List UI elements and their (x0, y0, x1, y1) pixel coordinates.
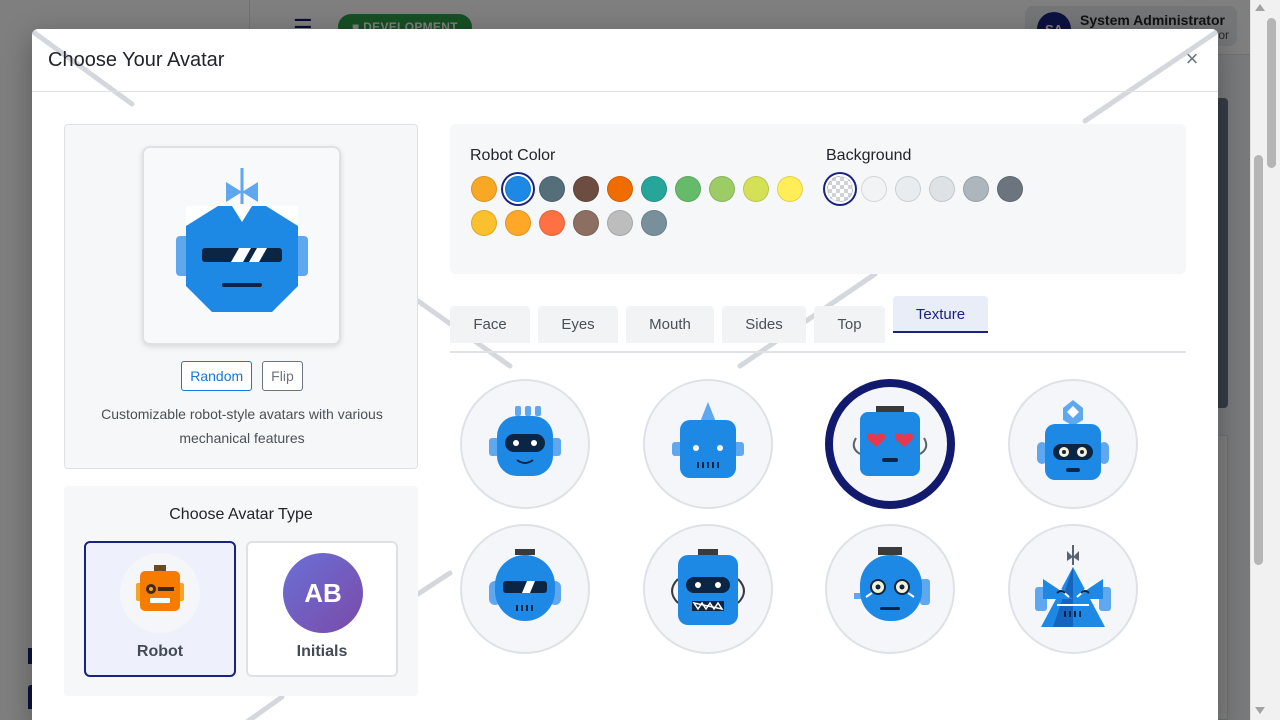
tab-face[interactable]: Face (450, 306, 530, 343)
robot-option-icon (489, 406, 561, 476)
background-color-swatch[interactable] (963, 176, 989, 202)
texture-option[interactable] (643, 379, 773, 509)
scroll-up-arrow-icon[interactable] (1255, 4, 1265, 11)
tab-top[interactable]: Top (814, 306, 885, 343)
scrollbar-thumb[interactable] (1267, 18, 1276, 168)
robot-option-icon (671, 549, 745, 625)
robot-option-icon (1037, 400, 1109, 480)
background-color-swatch[interactable] (929, 176, 955, 202)
texture-option[interactable] (1008, 379, 1138, 509)
feature-tabs: Face Eyes Mouth Sides Top Texture (450, 296, 1186, 353)
color-options-panel: Robot Color Background (450, 124, 1186, 274)
background-label: Background (826, 147, 912, 164)
initials-avatar-preview: AB (283, 553, 363, 633)
robot-option-icon (672, 402, 744, 478)
flip-button[interactable]: Flip (262, 361, 303, 391)
background-color-swatch[interactable] (997, 176, 1023, 202)
avatar-preview-panel: Random Flip Customizable robot-style ava… (64, 124, 418, 469)
texture-option[interactable] (643, 524, 773, 654)
texture-option[interactable] (825, 524, 955, 654)
robot-type-icon (120, 553, 200, 633)
scrollbar-thumb[interactable] (1254, 155, 1263, 565)
avatar-type-robot-label: Robot (136, 643, 184, 660)
texture-option[interactable] (460, 524, 590, 654)
robot-color-swatch[interactable] (573, 210, 599, 236)
avatar-description: Customizable robot-style avatars with va… (101, 406, 383, 446)
modal-title: Choose Your Avatar (48, 49, 225, 71)
tab-eyes[interactable]: Eyes (538, 306, 618, 343)
scroll-down-arrow-icon[interactable] (1255, 707, 1265, 714)
texture-option-selected[interactable] (825, 379, 955, 509)
robot-option-icon (854, 547, 930, 621)
avatar-type-initials-label: Initials (296, 643, 348, 660)
tab-texture[interactable]: Texture (893, 296, 988, 333)
avatar-preview (142, 146, 341, 345)
robot-color-label: Robot Color (470, 147, 556, 164)
texture-option[interactable] (460, 379, 590, 509)
avatar-modal: Choose Your Avatar × Random Flip Customi… (32, 29, 1218, 720)
robot-color-swatch[interactable] (709, 176, 735, 202)
avatar-type-robot[interactable]: Robot (84, 541, 236, 677)
robot-color-swatch[interactable] (777, 176, 803, 202)
texture-option[interactable] (1008, 524, 1138, 654)
modal-header: Choose Your Avatar × (32, 29, 1218, 92)
tab-mouth[interactable]: Mouth (626, 306, 714, 343)
robot-color-swatch[interactable] (641, 210, 667, 236)
background-color-swatch[interactable] (895, 176, 921, 202)
robot-color-swatch[interactable] (675, 176, 701, 202)
robot-color-swatch[interactable] (539, 176, 565, 202)
robot-color-swatch[interactable] (471, 176, 497, 202)
random-button[interactable]: Random (181, 361, 253, 391)
background-color-swatch[interactable] (827, 176, 853, 202)
avatar-type-panel: Choose Avatar Type Robot AB Initials (64, 486, 418, 696)
robot-color-swatch[interactable] (505, 210, 531, 236)
robot-color-swatch[interactable] (743, 176, 769, 202)
close-icon[interactable]: × (1180, 48, 1204, 72)
robot-color-swatch[interactable] (573, 176, 599, 202)
background-color-swatch[interactable] (861, 176, 887, 202)
tab-sides[interactable]: Sides (722, 306, 806, 343)
robot-avatar-icon (176, 168, 308, 312)
robot-option-icon (1035, 545, 1111, 627)
robot-color-swatch[interactable] (607, 176, 633, 202)
robot-color-swatch[interactable] (471, 210, 497, 236)
robot-color-swatch[interactable] (505, 176, 531, 202)
robot-option-icon (489, 549, 561, 621)
avatar-type-title: Choose Avatar Type (169, 506, 313, 523)
robot-option-icon (852, 406, 928, 476)
robot-color-swatch[interactable] (539, 210, 565, 236)
avatar-type-initials[interactable]: AB Initials (246, 541, 398, 677)
robot-color-swatch[interactable] (641, 176, 667, 202)
robot-color-swatch[interactable] (607, 210, 633, 236)
